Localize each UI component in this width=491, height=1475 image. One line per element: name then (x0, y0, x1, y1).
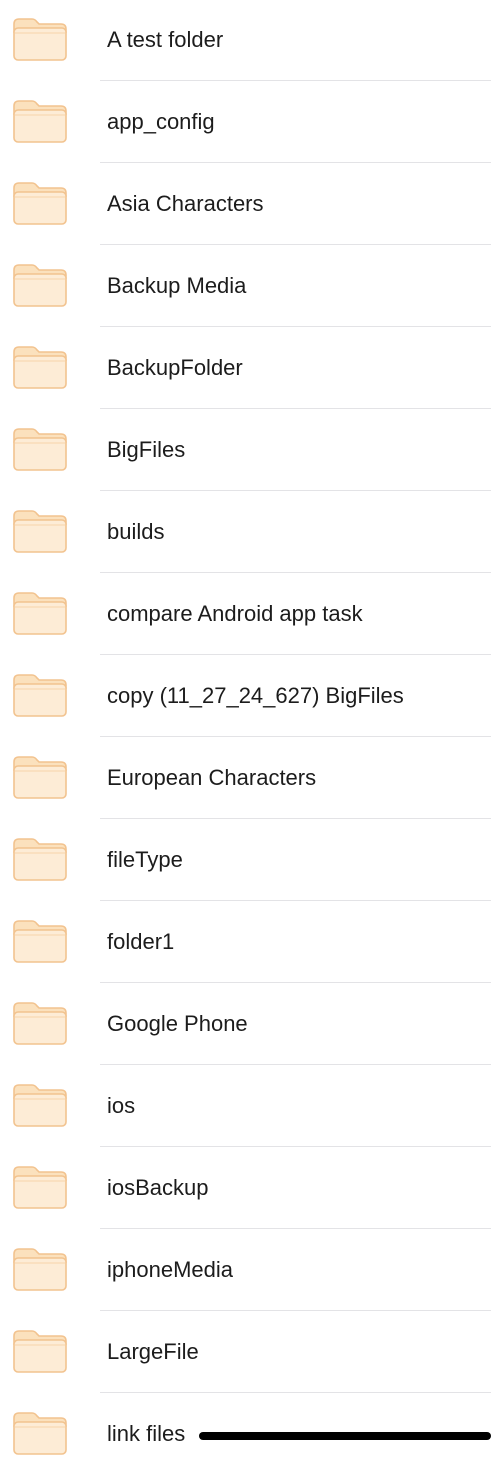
folder-row[interactable]: ios (0, 1065, 491, 1147)
folder-icon (13, 1412, 67, 1455)
folder-icon (13, 264, 67, 307)
folder-row[interactable]: folder1 (0, 901, 491, 983)
folder-row[interactable]: European Characters (0, 737, 491, 819)
folder-name: Google Phone (107, 1011, 248, 1036)
folder-row[interactable]: Asia Characters (0, 163, 491, 245)
home-indicator[interactable] (199, 1432, 491, 1440)
folder-name: copy (11_27_24_627) BigFiles (107, 683, 404, 708)
folder-name: BackupFolder (107, 355, 243, 380)
folder-icon (13, 346, 67, 389)
folder-name: iosBackup (107, 1175, 209, 1200)
folder-name: iphoneMedia (107, 1257, 233, 1282)
folder-row[interactable]: compare Android app task (0, 573, 491, 655)
folder-list: A test folder app_config Asia Characters Ba… (0, 0, 491, 1455)
folder-name: BigFiles (107, 437, 186, 462)
folder-icon (13, 1330, 67, 1373)
folder-row[interactable]: BigFiles (0, 409, 491, 491)
folder-icon (13, 592, 67, 635)
folder-name: builds (107, 519, 165, 544)
folder-row[interactable]: LargeFile (0, 1311, 491, 1393)
folder-icon (13, 838, 67, 881)
folder-row[interactable]: iosBackup (0, 1147, 491, 1229)
folder-name: fileType (107, 847, 183, 872)
folder-icon (13, 18, 67, 61)
folder-icon (13, 920, 67, 963)
folder-icon (13, 428, 67, 471)
folder-row[interactable]: iphoneMedia (0, 1229, 491, 1311)
folder-row[interactable]: builds (0, 491, 491, 573)
folder-row[interactable]: A test folder (0, 0, 491, 81)
folder-icon (13, 1166, 67, 1209)
folder-name: app_config (107, 109, 215, 134)
folder-row[interactable]: fileType (0, 819, 491, 901)
folder-name: Backup Media (107, 273, 247, 298)
folder-row[interactable]: app_config (0, 81, 491, 163)
folder-name: compare Android app task (107, 601, 363, 626)
folder-name: ios (107, 1093, 136, 1118)
folder-icon (13, 1084, 67, 1127)
folder-icon (13, 1002, 67, 1045)
folder-row[interactable]: Google Phone (0, 983, 491, 1065)
folder-row[interactable]: BackupFolder (0, 327, 491, 409)
folder-name: Asia Characters (107, 191, 264, 216)
folder-row[interactable]: Backup Media (0, 245, 491, 327)
folder-name: LargeFile (107, 1339, 199, 1364)
folder-icon (13, 674, 67, 717)
folder-icon (13, 100, 67, 143)
folder-name: folder1 (107, 929, 175, 954)
folder-name: European Characters (107, 765, 317, 790)
folder-icon (13, 182, 67, 225)
folder-row[interactable]: copy (11_27_24_627) BigFiles (0, 655, 491, 737)
folder-icon (13, 510, 67, 553)
folder-icon (13, 756, 67, 799)
folder-icon (13, 1248, 67, 1291)
folder-name: A test folder (107, 27, 224, 52)
folder-name: link files (107, 1421, 186, 1446)
